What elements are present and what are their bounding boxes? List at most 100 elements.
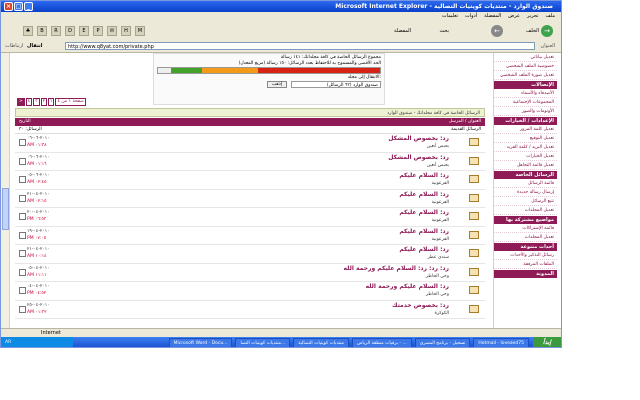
row-subject-link[interactable]: رد: السلام عليكم ورحمة الله [366,283,449,290]
table-row[interactable]: ٢٠١٠-٠٤-٢٠ PM ٠٦:٥٣ رد: السلام عليكم الفرعو… [15,208,485,227]
sidebar-item[interactable]: تعديل التوقيع [494,134,557,143]
maximize-icon[interactable]: □ [14,2,23,11]
sidebar-item[interactable]: تتبع الرسائل [494,197,557,206]
sidebar-item[interactable]: تعديل صورة الملف الشخصي [494,71,557,80]
row-sender[interactable]: وحي الخاطر [426,274,449,279]
row-sender[interactable]: الفرعونية [432,218,449,223]
row-checkbox[interactable] [19,213,26,220]
sidebar-item[interactable]: المجموعات الإجتماعية [494,98,557,107]
table-row[interactable]: ٢٠١٠-٠٤-١٩ PM ٠٧:٠٥ رد: السلام عليكم الفرعو… [15,227,485,245]
sidebar-item[interactable]: تعديل المجلدات [494,206,557,215]
pager-3[interactable]: ٣ [33,97,40,106]
sidebar-item[interactable]: قائمة الرسائل [494,179,557,188]
row-sender[interactable]: بحبس أنغين [427,144,449,149]
sidebar-item[interactable]: الملفات المرفقة [494,260,557,269]
go-button[interactable]: انتقال [27,43,42,49]
discuss-icon[interactable]: D [65,26,75,36]
pager-4[interactable]: ٤ [25,97,33,106]
table-row[interactable]: ٢٠١٠-٠٤-٢٥ AM ٠١:٣٢ رد: بخصوص خدمتك الكوكرة [15,301,485,319]
menu-file[interactable]: ملف [545,13,555,19]
header-date[interactable]: التاريخ [19,119,31,124]
sidebar-item[interactable]: تعديل قائمة التجاهل [494,161,557,170]
search-button[interactable]: بحث [439,28,449,34]
row-subject-link[interactable]: رد: السلام عليكم [399,191,449,198]
row-subject-link[interactable]: رد: السلام عليكم [399,228,449,235]
scrollbar-thumb[interactable] [2,188,9,230]
address-input[interactable]: http://www.q8yat.com/private.php [65,42,535,50]
row-checkbox[interactable] [19,268,26,276]
row-checkbox[interactable] [19,305,26,313]
taskbar-button[interactable]: منتديات كويتيات التصالية [293,338,349,347]
row-checkbox[interactable] [19,287,26,294]
header-title[interactable]: العنوان / المرسل [449,119,481,124]
table-row[interactable]: ٢٠١٠-٠٦-٠٦ AM ٠١:٣٨ رد: بخصوص المشكل بحبس أ… [15,134,485,153]
row-sender[interactable]: الكوكرة [435,311,449,316]
taskbar-button[interactable]: تسجيل - برنامج المصري [414,338,471,347]
menu-tools[interactable]: أدوات [465,13,477,19]
row-sender[interactable]: الفرعونية [432,181,449,186]
table-row[interactable]: ٢٠١٠-٠٦-٠٦ AM ٠١:١٦ رد: بخصوص المشكل بحبس أ… [15,153,485,171]
sidebar-item[interactable]: الأوتومات والصور [494,107,557,116]
bluetooth-icon[interactable]: B [37,26,47,36]
menu-edit[interactable]: تحرير [527,13,539,19]
sidebar-item[interactable]: تعديل المجلدات [494,233,557,242]
pager-arrow[interactable]: > [17,97,25,106]
row-sender[interactable]: وحي الخاطر [426,292,449,297]
table-row[interactable]: ٢٠١٠-٠٤-٢١ AM ٠٢:١٥ رد: السلام عليكم الفرعو… [15,190,485,208]
menu-favorites[interactable]: المفضلة [484,13,501,19]
pager-2[interactable]: ٢ [40,97,48,106]
sidebar-item[interactable]: خصوصية الملف الشخصي [494,62,557,71]
sidebar-item[interactable]: تعديل بياناتي [494,53,557,62]
folder-select[interactable]: صندوق الوارد (٦٣ الرسائل) [291,81,381,88]
sidebar-item[interactable]: رسائل التذكير والأحداث [494,251,557,260]
close-icon[interactable]: × [4,2,13,11]
row-subject-link[interactable]: رد: السلام عليكم [399,172,449,179]
sidebar-item[interactable]: تعديل الخيارات [494,152,557,161]
row-sender[interactable]: الفرعونية [432,237,449,242]
table-row[interactable]: ٢٠١٠-٠٦-٠٥ AM ٠٢:٤٥ رد: السلام عليكم الفرعو… [15,171,485,190]
media-icon[interactable]: M [135,26,145,36]
menu-view[interactable]: عرض [508,13,520,19]
taskbar-button[interactable]: Hotmail - loveaed75 [473,338,529,347]
print-icon[interactable]: P [93,26,103,36]
row-sender[interactable]: سندي عطر [428,255,449,260]
scrollbar[interactable] [1,53,10,328]
edit-icon[interactable]: E [79,26,89,36]
research-icon[interactable]: R [51,26,61,36]
table-row[interactable]: ٢٠١٠-٠٤-٠٤ PM ٠٤:٥٢ رد: السلام عليكم ورحمة… [15,282,485,301]
row-checkbox[interactable] [19,194,26,202]
sidebar-item[interactable]: تعديل كلمة المرور [494,125,557,134]
go-folder-button[interactable]: إذهب [267,81,287,88]
sidebar-item[interactable]: إرسال رسالة جديدة [494,188,557,197]
mail-icon[interactable]: ✉ [107,26,117,36]
links-button[interactable]: ارتباطات [5,43,23,49]
forward-arrow-icon[interactable]: ← [491,25,503,37]
row-sender[interactable]: بحبس أنغين [427,163,449,168]
old-messages-label[interactable]: الرسائل القديمة [451,127,481,132]
back-button[interactable]: الخلف → [526,25,553,37]
row-sender[interactable]: الفرعونية [432,200,449,205]
sidebar-item[interactable]: الأصدقاء والأسماء [494,89,557,98]
menu-help[interactable]: تعليمات [442,13,458,19]
taskbar-button[interactable]: Microsoft Word - Docu... [168,338,233,347]
row-checkbox[interactable] [19,139,26,146]
row-checkbox[interactable] [19,250,26,257]
row-subject-link[interactable]: رد: بخصوص المشكل [388,154,449,161]
row-subject-link[interactable]: رد: السلام عليكم [399,209,449,216]
messenger-icon[interactable]: ♣ [23,26,33,36]
row-checkbox[interactable] [19,176,26,183]
row-subject-link[interactable]: رد: السلام عليكم [399,246,449,253]
table-row[interactable]: ٢٠١٠-٠٤-٠٥ AM ١١:١١ رد: رد: رد: السلام علي… [15,264,485,282]
sidebar-item[interactable]: تعديل البريد / كلمة الفريد [494,143,557,152]
row-checkbox[interactable] [19,231,26,239]
taskbar-button[interactable]: منتديات كويتيات التصا... [235,338,291,347]
start-button[interactable]: إبدأ [533,337,561,347]
pager-1[interactable]: ١ [48,97,55,106]
row-subject-link[interactable]: رد: رد: رد: السلام عليكم ورحمة الله [344,265,449,272]
minimize-icon[interactable]: _ [24,2,33,11]
table-row[interactable]: ٢٠١٠-٠٤-٢١ AM ١٠:١٤ رد: السلام عليكم سندي ع… [15,245,485,264]
row-subject-link[interactable]: رد: بخصوص خدمتك [392,302,449,309]
favorites-button[interactable]: المفضلة [394,28,411,34]
sidebar-item[interactable]: قائمة الإشتراكات [494,224,557,233]
history-icon[interactable]: H [121,26,131,36]
